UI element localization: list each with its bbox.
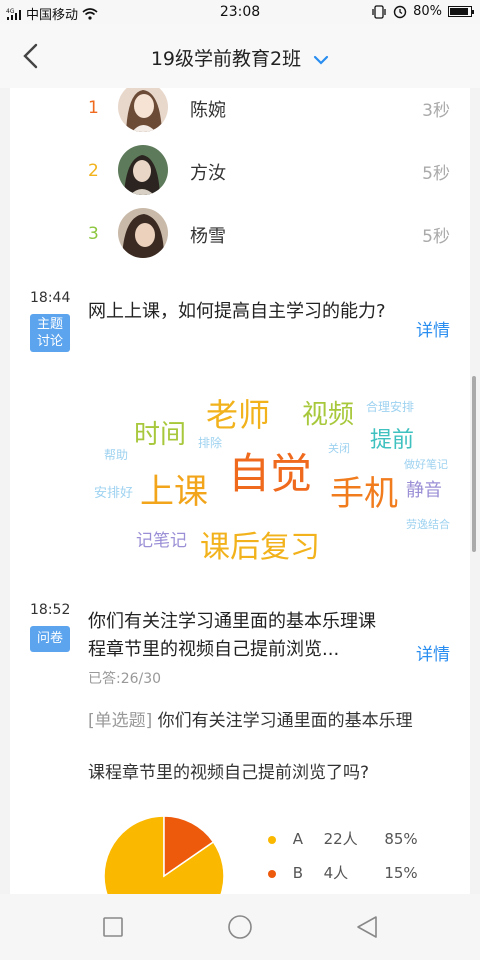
alarm-icon — [393, 5, 407, 18]
legend-row-b: B 4人 15% — [268, 862, 418, 883]
student-name: 陈婉 — [190, 100, 226, 121]
rank-number: 1 — [88, 98, 99, 118]
survey-title[interactable]: 你们有关注学习通里面的基本乐理课程章节里的视频自己提前浏览... — [88, 608, 388, 664]
legend-percent: 15% — [384, 864, 418, 882]
vibrate-icon — [372, 4, 386, 19]
badge-line: 主题 — [36, 317, 63, 332]
system-nav-bar — [0, 894, 480, 960]
word-cloud-term: 老师 — [206, 396, 271, 434]
student-name: 杨雪 — [190, 226, 226, 247]
word-cloud-term: 手机 — [330, 474, 398, 514]
rank-number: 2 — [88, 161, 99, 181]
battery-icon — [448, 6, 474, 17]
legend-label: A — [292, 830, 304, 848]
badge-line: 讨论 — [36, 334, 63, 349]
question-text-1: 你们有关注学习通里面的基本乐理 — [157, 711, 413, 731]
word-cloud-term: 静音 — [406, 480, 442, 501]
response-time: 3秒 — [422, 101, 450, 121]
message-time: 18:44 — [30, 290, 71, 306]
scrollbar[interactable] — [472, 376, 476, 552]
response-time: 5秒 — [422, 164, 450, 184]
question-line: [单选题] 你们有关注学习通里面的基本乐理 — [88, 706, 413, 731]
avatar — [118, 208, 168, 258]
circle-icon[interactable] — [225, 912, 255, 942]
discussion-detail-link[interactable]: 详情 — [416, 316, 450, 341]
chevron-down-icon — [314, 55, 329, 65]
question-text-2: 课程章节里的视频自己提前浏览了吗? — [88, 763, 370, 783]
avatar — [118, 145, 168, 195]
legend-count: 4人 — [323, 864, 349, 882]
response-time: 5秒 — [422, 227, 450, 247]
survey-badge: 问卷 — [30, 626, 70, 652]
word-cloud-term: 合理安排 — [366, 400, 415, 414]
word-cloud-term: 做好笔记 — [404, 458, 448, 471]
word-cloud-term: 劳逸结合 — [406, 518, 450, 531]
word-cloud-term: 提前 — [370, 428, 415, 453]
avatar — [118, 88, 168, 132]
student-name: 方汝 — [190, 163, 226, 184]
legend-label: B — [292, 864, 304, 882]
ranking-row: 1 陈婉 3秒 — [10, 88, 470, 140]
nav-bar: 19级学前教育2班 — [0, 24, 480, 88]
word-cloud-term: 视频 — [302, 400, 355, 430]
word-cloud-term: 上课 — [140, 472, 208, 512]
triangle-back-icon[interactable] — [352, 912, 382, 942]
word-cloud-term: 排除 — [198, 436, 223, 450]
discussion-title[interactable]: 网上上课，如何提高自主学习的能力? — [88, 298, 398, 326]
question-type: [单选题] — [88, 711, 153, 731]
square-icon[interactable] — [98, 912, 128, 942]
battery-percent: 80% — [413, 4, 442, 19]
word-cloud-term: 时间 — [134, 420, 187, 450]
message-card: 1 陈婉 3秒 2 方汝 5秒 3 杨雪 5秒 18:44 主题 讨论 网上上课… — [10, 88, 470, 894]
survey-detail-link[interactable]: 详情 — [416, 640, 450, 665]
class-selector[interactable]: 19级学前教育2班 — [0, 44, 480, 71]
answered-count: 已答:26/30 — [88, 671, 162, 687]
word-cloud: 老师 视频 合理安排时间 排除 提前帮助 关闭自觉 做好笔记安排好 上课 手机 静音劳逸结合记笔记… — [88, 388, 458, 578]
ranking-row: 3 杨雪 5秒 — [10, 204, 470, 266]
legend-dot-b — [268, 869, 276, 878]
legend-dot-a — [268, 835, 276, 844]
word-cloud-term: 课后复习 — [200, 530, 320, 565]
legend-percent: 85% — [384, 830, 418, 848]
topic-discussion-badge: 主题 讨论 — [30, 314, 70, 352]
word-cloud-term: 记笔记 — [136, 531, 187, 551]
word-cloud-term: 帮助 — [104, 448, 129, 462]
survey-pie-chart — [103, 815, 225, 894]
message-time: 18:52 — [30, 602, 71, 618]
word-cloud-term: 自觉 — [228, 449, 313, 498]
rank-number: 3 — [88, 224, 99, 244]
chat-content[interactable]: 1 陈婉 3秒 2 方汝 5秒 3 杨雪 5秒 18:44 主题 讨论 网上上课… — [0, 88, 480, 894]
word-cloud-term: 安排好 — [94, 486, 134, 501]
status-bar: 4G 中国移动 23:08 80% — [0, 0, 480, 24]
ranking-row: 2 方汝 5秒 — [10, 141, 470, 203]
page-title: 19级学前教育2班 — [150, 48, 302, 70]
legend-count: 22人 — [323, 830, 358, 848]
word-cloud-term: 关闭 — [328, 442, 350, 455]
legend-row-a: A 22人 85% — [268, 828, 418, 849]
